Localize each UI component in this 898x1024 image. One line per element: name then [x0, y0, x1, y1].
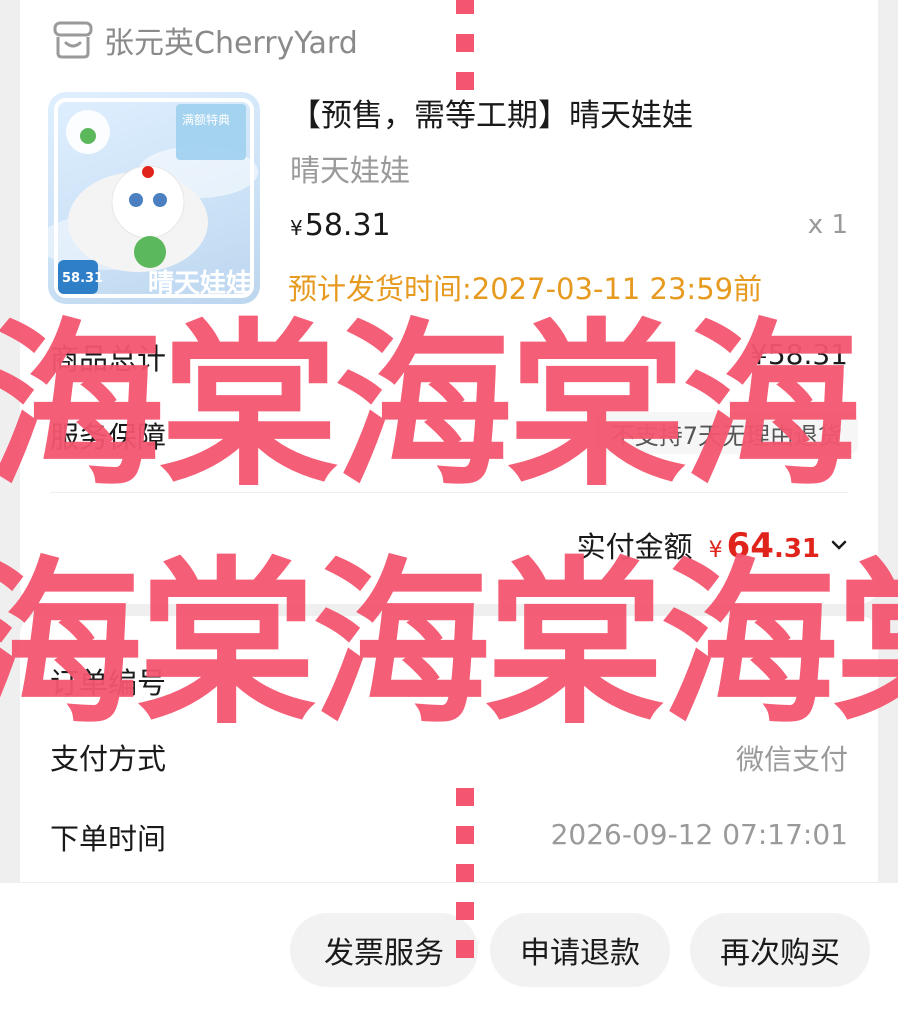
paid-amount-int: 64 [726, 526, 774, 566]
refund-button[interactable]: 申请退款 [490, 913, 670, 987]
order-number-label: 订单编号 [50, 666, 167, 700]
invoice-button[interactable]: 发票服务 [290, 913, 478, 987]
guarantee-label: 服务保障 [50, 420, 167, 454]
rebuy-button[interactable]: 再次购买 [690, 913, 870, 987]
pay-method-value: 微信支付 [735, 743, 848, 776]
product-variant: 晴天娃娃 [290, 154, 410, 189]
summary-divider [50, 492, 848, 493]
shop-header[interactable]: 张元英CherryYard [50, 14, 358, 66]
price-amount: 58.31 [304, 208, 391, 243]
store-icon [53, 21, 93, 59]
order-time-value: 2026-09-12 07:17:01 [550, 818, 848, 851]
paid-amount-row[interactable]: 实付金额 ¥ 64 .31 [577, 524, 848, 566]
paid-currency: ¥ [708, 538, 723, 563]
pay-method-label: 支付方式 [50, 742, 167, 776]
paid-label: 实付金额 [576, 530, 693, 564]
image-corner-text: 满额特典 [182, 112, 230, 127]
price-currency: ¥ [290, 216, 303, 240]
order-time-label: 下单时间 [50, 822, 167, 856]
bottom-action-bar: 发票服务 申请退款 再次购买 [0, 882, 898, 1024]
guarantee-badge[interactable]: 不支持7天无理由退货 [594, 412, 858, 454]
product-image: 满额特典 58.31 晴天娃娃 [48, 98, 258, 299]
goods-total-label: 商品总计 [50, 342, 167, 376]
product-price: ¥58.31 [290, 208, 391, 243]
product-title[interactable]: 【预售，需等工期】晴天娃娃 [290, 90, 693, 135]
shop-name: 张元英CherryYard [104, 26, 358, 61]
chevron-down-icon[interactable] [830, 538, 848, 552]
paid-amount-dec: .31 [773, 534, 820, 564]
product-thumbnail[interactable]: 满额特典 58.31 晴天娃娃 [48, 92, 260, 304]
image-caption: 晴天娃娃 [148, 269, 252, 299]
image-price-badge: 58.31 [62, 271, 103, 286]
goods-total-value: ¥58.31 [750, 338, 848, 371]
ship-estimate: 预计发货时间:2027-03-11 23:59前 [288, 272, 763, 306]
order-detail-page: 张元英CherryYard 满额特典 58.31 晴天娃娃 【预售，需等工期】晴… [0, 0, 898, 1024]
product-quantity: x 1 [807, 210, 848, 240]
